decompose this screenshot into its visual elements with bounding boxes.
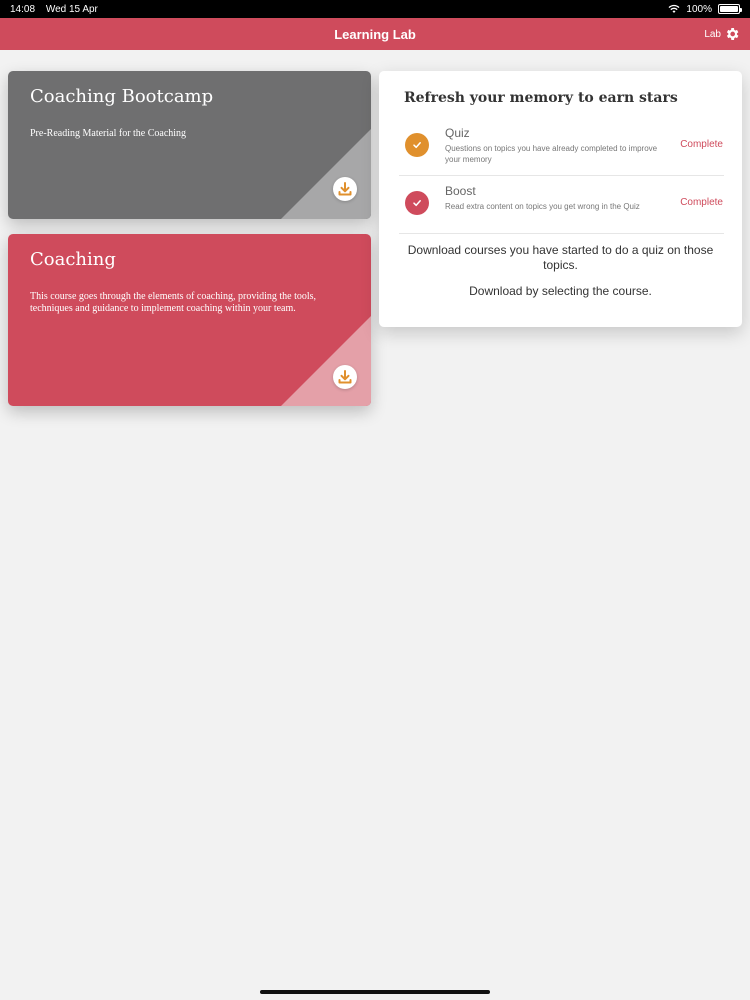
page-title: Learning Lab bbox=[334, 26, 416, 42]
boost-row[interactable]: Boost Read extra content on topics you g… bbox=[399, 176, 724, 234]
quiz-description: Questions on topics you have already com… bbox=[445, 144, 658, 164]
course-description: This course goes through the elements of… bbox=[30, 291, 317, 314]
checkmark-icon bbox=[405, 133, 429, 157]
quiz-status: Complete bbox=[680, 139, 723, 150]
quiz-row[interactable]: Quiz Questions on topics you have alread… bbox=[399, 118, 724, 176]
download-icon bbox=[338, 182, 352, 196]
course-card-coaching[interactable]: Coaching This course goes through the el… bbox=[8, 234, 371, 406]
course-description: Pre-Reading Material for the Coaching bbox=[30, 128, 187, 139]
lab-settings-button[interactable]: Lab bbox=[704, 18, 740, 50]
wifi-icon bbox=[668, 4, 680, 13]
boost-label: Boost bbox=[445, 184, 476, 198]
lab-label: Lab bbox=[704, 28, 721, 40]
status-date: Wed 15 Apr bbox=[45, 3, 98, 15]
status-left: 14:08 Wed 15 Apr bbox=[10, 4, 106, 15]
quiz-label: Quiz bbox=[445, 126, 470, 140]
course-title: Coaching bbox=[30, 249, 116, 270]
status-bar: 14:08 Wed 15 Apr 100% bbox=[0, 0, 750, 18]
nav-bar: Learning Lab Lab bbox=[0, 18, 750, 50]
download-button[interactable] bbox=[333, 365, 357, 389]
download-instructions: Download courses you have started to do … bbox=[407, 243, 714, 272]
course-title: Coaching Bootcamp bbox=[30, 86, 214, 107]
checkmark-icon bbox=[405, 191, 429, 215]
card-corner-decoration bbox=[281, 316, 371, 406]
download-icon bbox=[338, 370, 352, 384]
course-card-coaching-bootcamp[interactable]: Coaching Bootcamp Pre-Reading Material f… bbox=[8, 71, 371, 219]
status-right: 100% bbox=[668, 3, 742, 15]
download-hint: Download by selecting the course. bbox=[469, 284, 652, 298]
boost-description: Read extra content on topics you get wro… bbox=[445, 202, 640, 211]
home-indicator bbox=[260, 990, 490, 994]
panel-title: Refresh your memory to earn stars bbox=[404, 90, 678, 106]
download-button[interactable] bbox=[333, 177, 357, 201]
refresh-memory-panel: Refresh your memory to earn stars Quiz Q… bbox=[379, 71, 742, 327]
battery-percent: 100% bbox=[686, 3, 712, 15]
boost-status: Complete bbox=[680, 197, 723, 208]
gear-icon bbox=[726, 28, 739, 40]
card-corner-decoration bbox=[281, 129, 371, 219]
status-time: 14:08 bbox=[10, 3, 36, 15]
battery-icon bbox=[718, 4, 742, 14]
